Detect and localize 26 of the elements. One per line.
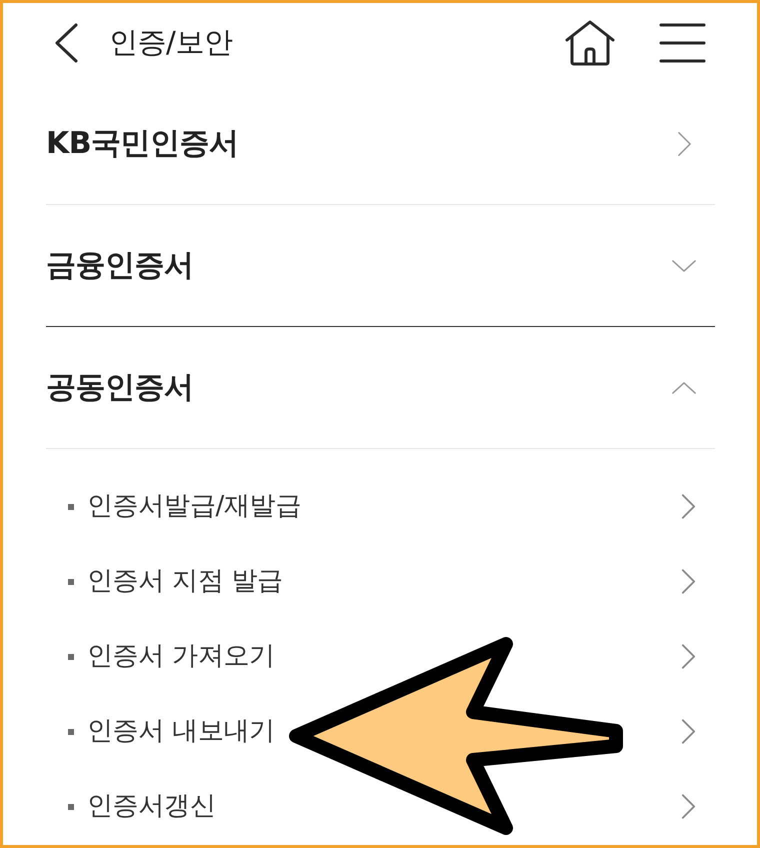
bullet-icon — [68, 654, 74, 660]
back-icon — [53, 23, 79, 63]
menu-button[interactable] — [659, 23, 706, 63]
home-button[interactable] — [565, 20, 615, 66]
menu-item[interactable]: 공동인증서 — [46, 327, 715, 448]
page-title: 인증/보안 — [109, 24, 232, 62]
bullet-icon — [68, 504, 74, 510]
submenu-link[interactable]: 인증서 내보내기 — [87, 712, 275, 751]
chevron-right-icon — [681, 793, 696, 820]
submenu-link[interactable]: 인증서갱신 — [87, 787, 216, 826]
submenu-link[interactable]: 인증서발급/재발급 — [87, 487, 302, 526]
menu-item[interactable]: KB국민인증서 — [46, 83, 715, 204]
bullet-icon — [68, 804, 74, 810]
bullet-icon — [68, 578, 74, 584]
submenu-link[interactable]: 인증서 지점 발급 — [87, 562, 283, 601]
chevron-right-icon — [681, 493, 696, 520]
chevron-right-icon — [681, 568, 696, 595]
bullet-icon — [68, 728, 74, 734]
menu-item[interactable]: 금융인증서 — [46, 205, 715, 326]
chevron-right-icon — [681, 718, 696, 745]
back-button[interactable] — [53, 23, 79, 63]
home-icon — [565, 20, 615, 66]
menu-icon — [659, 23, 706, 63]
submenu-link[interactable]: 인증서 가져오기 — [87, 637, 275, 676]
chevron-right-icon — [681, 643, 696, 670]
chevron-right-icon — [676, 130, 692, 158]
